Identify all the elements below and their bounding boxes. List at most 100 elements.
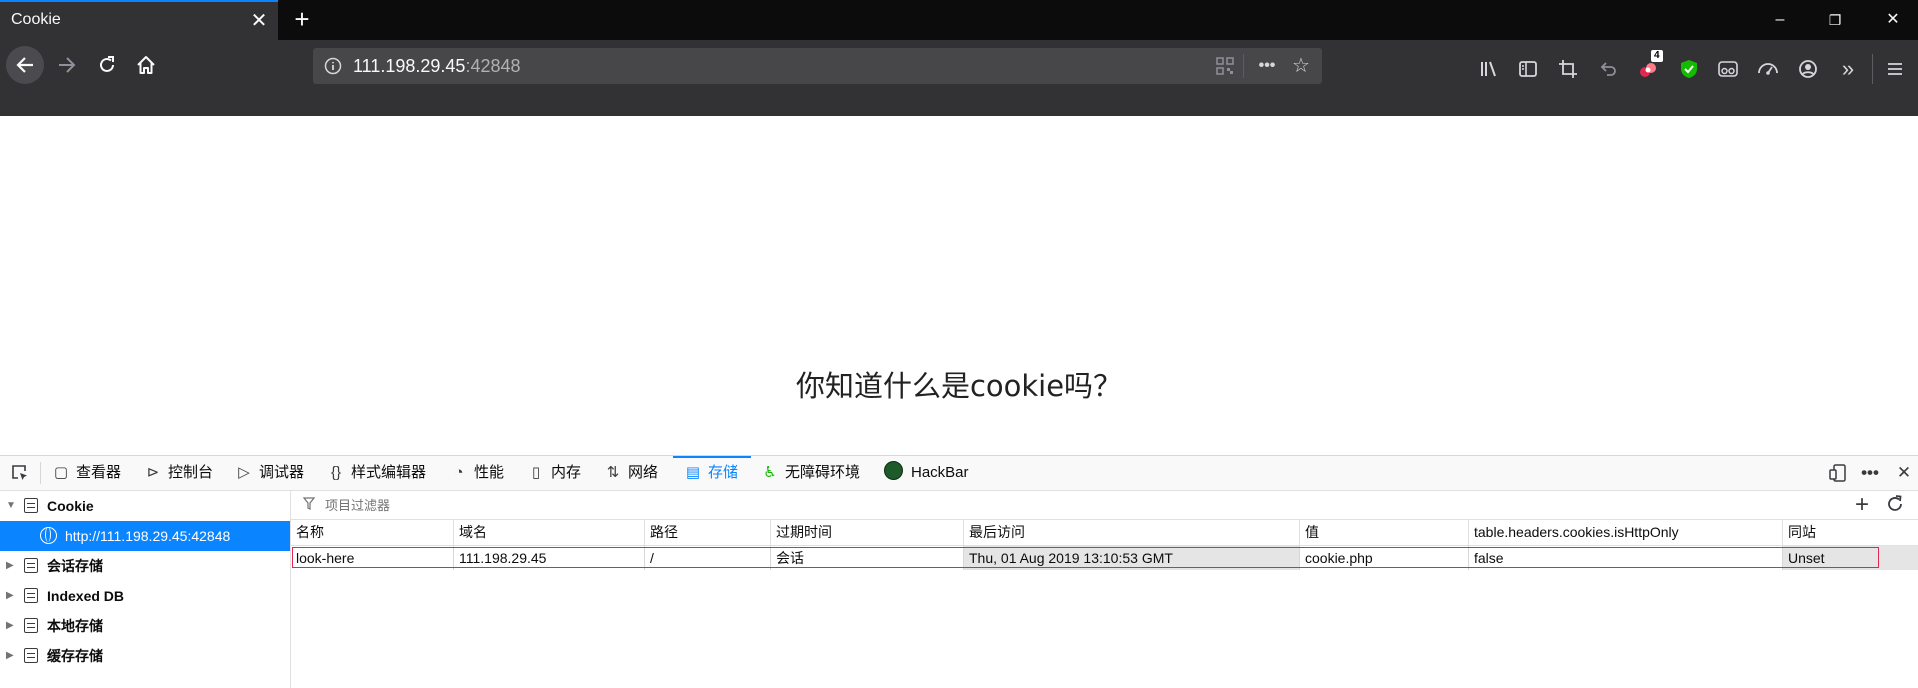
page-content: 你知道什么是cookie吗？ [0,116,1918,455]
tab-label: 样式编辑器 [351,464,427,481]
tree-item-cookie[interactable]: ▼ Cookie [0,491,290,521]
console-icon: ⊳ [146,464,160,481]
screenshot-crop-icon[interactable] [1555,56,1581,82]
toolbar-separator [40,462,41,484]
collapsed-arrow-icon[interactable]: ▶ [6,611,14,641]
selected-row-outline [292,547,1879,568]
tree-item-label: 会话存储 [47,558,103,574]
tab-network[interactable]: ⇅ 网络 [603,456,658,490]
reader-glasses-icon[interactable] [1715,56,1741,82]
tree-item-cache-storage[interactable]: ▶ 缓存存储 [0,641,290,671]
tab-style-editor[interactable]: {} 样式编辑器 [326,456,426,490]
tab-performance[interactable]: ◔ 性能 [449,456,504,490]
tab-accessibility[interactable]: ♿ 无障碍环境 [760,456,860,490]
globe-icon [40,527,57,544]
cookie-table-header: 名称 域名 路径 过期时间 最后访问 值 table.headers.cooki… [291,520,1918,546]
element-picker-icon[interactable] [8,461,32,485]
storage-db-icon [24,558,38,573]
tab-label: 存储 [708,464,739,481]
column-header-last-accessed[interactable]: 最后访问 [964,520,1300,545]
new-tab-button[interactable]: + [287,5,317,35]
tab-label: 无障碍环境 [785,464,861,481]
forward-button[interactable] [48,46,86,84]
tree-item-label: Cookie [47,498,94,514]
column-header-name[interactable]: 名称 [291,520,454,545]
column-header-expires[interactable]: 过期时间 [771,520,964,545]
storage-filter-bar: + [291,491,1918,520]
column-header-value[interactable]: 值 [1300,520,1469,545]
tab-label: 查看器 [76,464,122,481]
account-icon[interactable] [1795,56,1821,82]
tab-label: 调试器 [259,464,305,481]
filter-input[interactable] [323,494,927,516]
speedometer-extension-icon[interactable] [1755,56,1781,82]
tree-item-label: 缓存存储 [47,648,103,664]
undo-icon[interactable] [1595,56,1621,82]
close-tab-icon[interactable]: ✕ [248,10,270,32]
column-header-samesite[interactable]: 同站 [1783,520,1918,545]
close-window-button[interactable]: ✕ [1880,8,1906,32]
devtools-options-icon[interactable]: ••• [1858,461,1882,485]
bookmark-star-icon[interactable]: ☆ [1289,54,1313,78]
tree-item-session-storage[interactable]: ▶ 会话存储 [0,551,290,581]
forward-arrow-icon [59,57,76,73]
storage-db-icon [24,588,38,603]
overflow-chevrons-icon[interactable]: » [1835,56,1861,82]
expanded-arrow-icon[interactable]: ▼ [6,491,16,521]
tab-debugger[interactable]: ▷ 调试器 [234,456,304,490]
tab-inspector[interactable]: ▢ 查看器 [51,456,121,490]
qr-code-icon[interactable] [1213,54,1237,78]
library-icon[interactable] [1476,56,1502,82]
back-arrow-icon [16,57,33,73]
storage-db-icon [24,498,38,513]
accessibility-icon: ♿ [763,464,777,481]
reload-icon [100,56,114,72]
home-button[interactable] [127,46,165,84]
close-devtools-icon[interactable]: ✕ [1892,461,1916,485]
tree-item-label: 本地存储 [47,618,103,634]
tree-item-indexed-db[interactable]: ▶ Indexed DB [0,581,290,611]
reload-button[interactable] [88,46,126,84]
collapsed-arrow-icon[interactable]: ▶ [6,551,14,581]
devtools-panel: ▢ 查看器 ⊳ 控制台 ▷ 调试器 {} 样式编辑器 ◔ 性能 ▯ 内存 ⇅ 网络 ▤ 存储 ♿… [0,455,1918,688]
column-header-httponly[interactable]: table.headers.cookies.isHttpOnly [1469,520,1783,545]
site-info-icon[interactable] [321,54,345,78]
back-button[interactable] [6,46,44,84]
page-headline: 你知道什么是cookie吗？ [795,369,1123,403]
tab-memory[interactable]: ▯ 内存 [526,456,581,490]
hamburger-menu-icon[interactable] [1882,56,1908,82]
tree-item-cookie-host[interactable]: http://111.198.29.45:42848 [0,521,290,551]
debugger-icon: ▷ [238,464,250,481]
tab-cookie[interactable]: Cookie ✕ [0,0,278,40]
page-actions-icon[interactable]: ••• [1255,54,1279,78]
sidebar-toggle-icon[interactable] [1515,56,1541,82]
tab-hackbar[interactable]: HackBar [884,456,969,490]
table-row[interactable]: look-here 111.198.29.45 / 会话 Thu, 01 Aug… [291,546,1918,570]
tree-item-local-storage[interactable]: ▶ 本地存储 [0,611,290,641]
refresh-icon[interactable] [1885,494,1905,519]
tab-label: HackBar [911,464,969,481]
address-bar[interactable]: 111.198.29.45:42848 ••• ☆ [313,48,1322,84]
minimize-button[interactable]: – [1767,8,1793,32]
tab-label: 内存 [551,464,582,481]
tab-label: 网络 [628,464,659,481]
performance-icon: ◔ [454,464,464,481]
add-item-icon[interactable]: + [1855,491,1869,519]
storage-db-icon [24,618,38,633]
column-header-path[interactable]: 路径 [645,520,771,545]
url-host: 111.198.29.45 [353,56,466,76]
memory-icon: ▯ [531,464,541,481]
column-header-domain[interactable]: 域名 [454,520,645,545]
tree-item-label: Indexed DB [47,588,125,604]
toolbar-divider [1872,54,1873,84]
tree-item-label: http://111.198.29.45:42848 [65,528,231,544]
style-editor-icon: {} [330,464,342,481]
tab-console[interactable]: ⊳ 控制台 [143,456,213,490]
url-text[interactable]: 111.198.29.45:42848 [353,56,521,77]
restore-button[interactable]: ❐ [1822,8,1848,32]
collapsed-arrow-icon[interactable]: ▶ [6,581,14,611]
collapsed-arrow-icon[interactable]: ▶ [6,641,14,671]
shield-check-icon[interactable] [1676,56,1702,82]
tab-storage[interactable]: ▤ 存储 [673,456,751,490]
responsive-design-icon[interactable] [1826,461,1850,485]
